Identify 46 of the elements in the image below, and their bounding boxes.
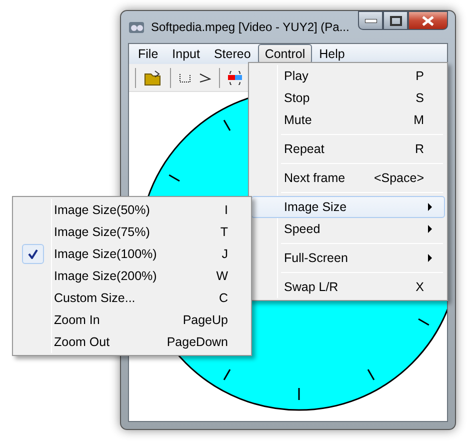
minimize-icon [364,18,376,22]
menu-item[interactable]: Help [312,44,352,64]
submenu-arrow-icon [428,254,432,262]
shortcut-label: P [416,68,424,85]
menu-item[interactable]: Swap L/R X [251,276,445,298]
shortcut-label: C [218,290,228,307]
menu-item[interactable]: Mute M [251,109,445,131]
menu-item[interactable]: Custom Size... C [15,287,249,309]
menu-item[interactable]: Speed [251,218,445,240]
menu-item[interactable]: Image Size(100%) J [15,243,249,265]
menu-item[interactable]: File [131,44,166,64]
window-title: Softpedia.mpeg [Video - YUY2] (Pa... [151,19,350,36]
menu-item[interactable]: Zoom Out PageDown [15,331,249,353]
menu-item[interactable]: Image Size [251,196,445,218]
shortcut-label: PageUp [182,312,228,329]
menu-item[interactable]: Image Size(50%) I [15,199,249,221]
shortcut-label: X [416,278,424,296]
submenu-arrow-icon [428,203,432,211]
shortcut-label: I [224,202,228,219]
maximize-icon [390,16,402,26]
shortcut-label: W [216,268,228,285]
menu-item[interactable]: Stereo [206,44,258,64]
minimize-button[interactable] [358,11,383,30]
menu-item[interactable]: Next frame <Space> [251,167,445,189]
shortcut-label: PageDown [166,334,228,351]
menu-item[interactable]: Image Size(75%) T [15,221,249,243]
close-button[interactable] [408,11,448,30]
swap-icon[interactable] [228,68,242,86]
shortcut-label: T [220,224,228,241]
menu-item[interactable]: Full-Screen [251,247,445,269]
shortcut-label: M [414,112,424,129]
menu-item[interactable]: Stop S [251,87,445,109]
menu-item[interactable]: Zoom In PageUp [15,309,249,331]
shortcut-label: J [222,246,228,263]
menu-item[interactable]: Repeat R [251,138,445,160]
menu-item[interactable]: Input [165,44,207,64]
submenu-arrow-icon [428,225,432,233]
maximize-button[interactable] [383,11,408,30]
shortcut-label: <Space> [374,170,424,187]
close-icon [422,16,434,26]
shortcut-label: S [416,90,424,107]
shortcut-label: R [414,140,424,158]
open-folder-icon[interactable] [144,68,162,86]
menu-item[interactable]: Control [258,44,312,64]
menu-item[interactable]: Image Size(200%) W [15,265,249,287]
menu-item[interactable]: Play P [251,65,445,87]
